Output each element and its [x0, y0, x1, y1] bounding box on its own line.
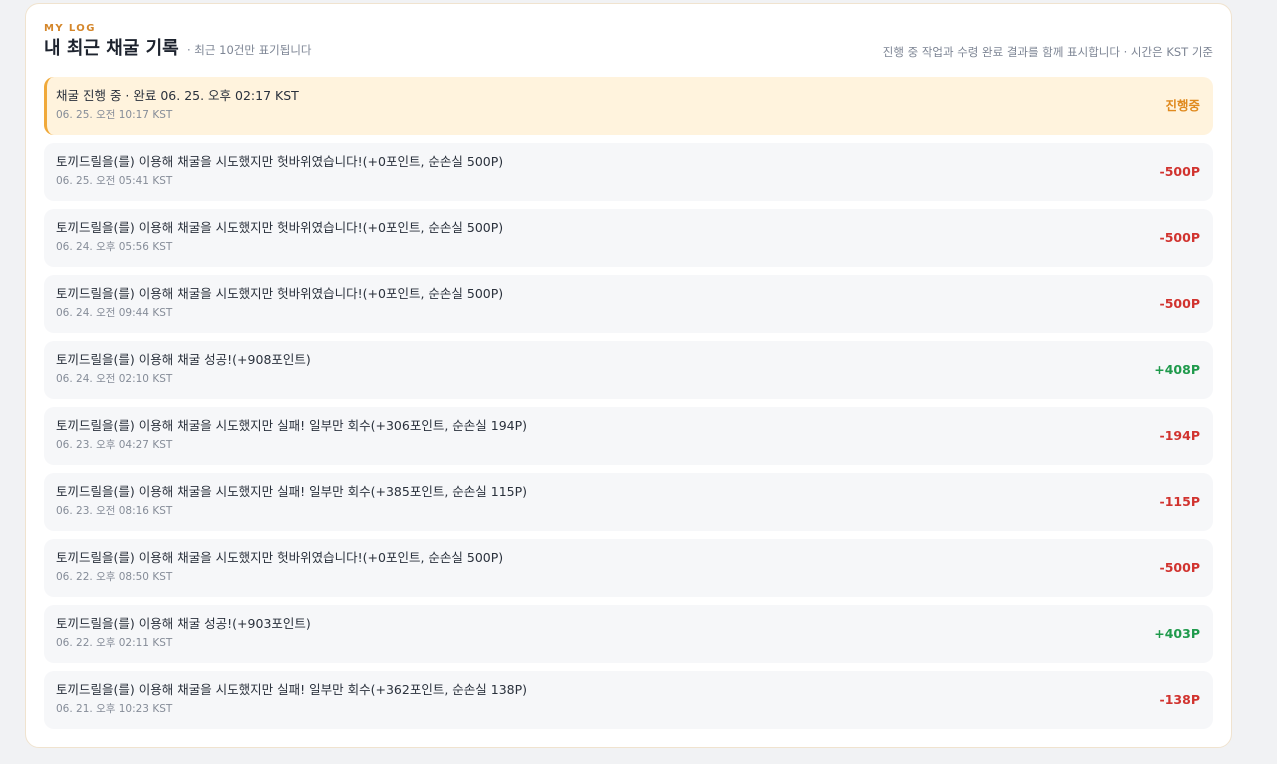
log-item: 토끼드릴을(를) 이용해 채굴을 시도했지만 실패! 일부만 회수(+306포인…: [44, 407, 1213, 465]
log-timestamp: 06. 24. 오후 05:56 KST: [56, 241, 173, 253]
log-item: 채굴 진행 중 · 완료 06. 25. 오후 02:17 KST 06. 25…: [44, 77, 1213, 135]
log-amount: -115P: [1159, 494, 1200, 509]
log-list: 채굴 진행 중 · 완료 06. 25. 오후 02:17 KST 06. 25…: [44, 77, 1213, 729]
log-timestamp: 06. 22. 오후 08:50 KST: [56, 571, 173, 583]
log-amount: -500P: [1159, 560, 1200, 575]
log-item: 토끼드릴을(를) 이용해 채굴을 시도했지만 헛바위였습니다!(+0포인트, 순…: [44, 209, 1213, 267]
log-item: 토끼드릴을(를) 이용해 채굴을 시도했지만 실패! 일부만 회수(+385포인…: [44, 473, 1213, 531]
log-timestamp: 06. 22. 오후 02:11 KST: [56, 637, 173, 649]
log-message: 토끼드릴을(를) 이용해 채굴을 시도했지만 실패! 일부만 회수(+385포인…: [56, 484, 528, 499]
log-amount: +408P: [1154, 362, 1200, 377]
page-title: 내 최근 채굴 기록: [44, 38, 179, 59]
log-message: 토끼드릴을(를) 이용해 채굴 성공!(+903포인트): [56, 616, 311, 631]
log-message: 채굴 진행 중 · 완료 06. 25. 오후 02:17 KST: [56, 88, 299, 103]
log-amount: 진행중: [1165, 98, 1200, 113]
log-message: 토끼드릴을(를) 이용해 채굴을 시도했지만 헛바위였습니다!(+0포인트, 순…: [56, 220, 504, 235]
log-amount: -138P: [1159, 692, 1200, 707]
log-message: 토끼드릴을(를) 이용해 채굴을 시도했지만 헛바위였습니다!(+0포인트, 순…: [56, 286, 504, 301]
log-message: 토끼드릴을(를) 이용해 채굴을 시도했지만 실패! 일부만 회수(+362포인…: [56, 682, 528, 697]
log-item: 토끼드릴을(를) 이용해 채굴을 시도했지만 헛바위였습니다!(+0포인트, 순…: [44, 539, 1213, 597]
log-timestamp: 06. 24. 오전 09:44 KST: [56, 307, 173, 319]
log-amount: -500P: [1159, 296, 1200, 311]
log-timestamp: 06. 21. 오후 10:23 KST: [56, 703, 173, 715]
log-timestamp: 06. 23. 오전 08:16 KST: [56, 505, 173, 517]
log-timestamp: 06. 24. 오전 02:10 KST: [56, 373, 173, 385]
log-amount: -500P: [1159, 230, 1200, 245]
log-amount: -194P: [1159, 428, 1200, 443]
card-header: 내 최근 채굴 기록 · 최근 10건만 표기됩니다 진행 중 작업과 수령 완…: [44, 35, 1213, 77]
mining-log-card: MY LOG 내 최근 채굴 기록 · 최근 10건만 표기됩니다 진행 중 작…: [25, 3, 1232, 748]
log-item: 토끼드릴을(를) 이용해 채굴을 시도했지만 헛바위였습니다!(+0포인트, 순…: [44, 143, 1213, 201]
log-timestamp: 06. 25. 오전 05:41 KST: [56, 175, 173, 187]
log-item: 토끼드릴을(를) 이용해 채굴을 시도했지만 실패! 일부만 회수(+362포인…: [44, 671, 1213, 729]
log-timestamp: 06. 23. 오후 04:27 KST: [56, 439, 173, 451]
log-item: 토끼드릴을(를) 이용해 채굴을 시도했지만 헛바위였습니다!(+0포인트, 순…: [44, 275, 1213, 333]
log-timestamp: 06. 25. 오전 10:17 KST: [56, 109, 173, 121]
log-amount: -500P: [1159, 164, 1200, 179]
log-item: 토끼드릴을(를) 이용해 채굴 성공!(+903포인트) 06. 22. 오후 …: [44, 605, 1213, 663]
title-note: · 최근 10건만 표기됩니다: [187, 43, 312, 57]
log-message: 토끼드릴을(를) 이용해 채굴을 시도했지만 헛바위였습니다!(+0포인트, 순…: [56, 154, 504, 169]
display-hint: 진행 중 작업과 수령 완료 결과를 함께 표시합니다 · 시간은 KST 기준: [882, 45, 1213, 59]
log-item: 토끼드릴을(를) 이용해 채굴 성공!(+908포인트) 06. 24. 오전 …: [44, 341, 1213, 399]
log-amount: +403P: [1154, 626, 1200, 641]
section-eyebrow: MY LOG: [44, 23, 96, 34]
log-message: 토끼드릴을(를) 이용해 채굴 성공!(+908포인트): [56, 352, 311, 367]
log-message: 토끼드릴을(를) 이용해 채굴을 시도했지만 헛바위였습니다!(+0포인트, 순…: [56, 550, 504, 565]
log-message: 토끼드릴을(를) 이용해 채굴을 시도했지만 실패! 일부만 회수(+306포인…: [56, 418, 528, 433]
